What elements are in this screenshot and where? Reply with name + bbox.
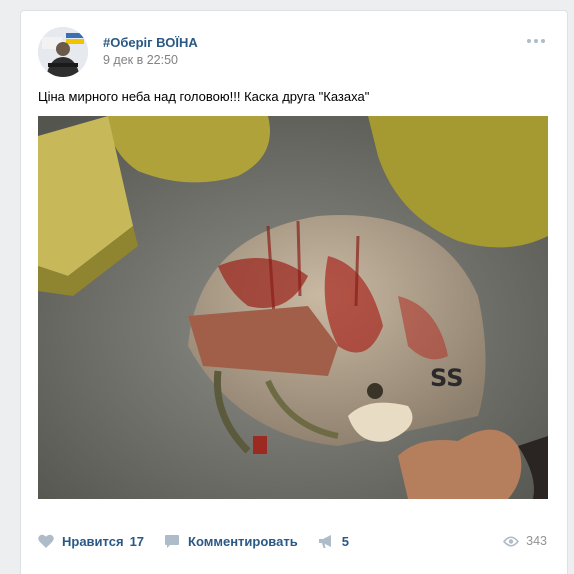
author-name[interactable]: #Оберіг ВОЇНА: [103, 35, 198, 50]
like-count: 17: [129, 533, 145, 549]
helmet-marking: SS: [430, 364, 464, 392]
comment-label: Комментировать: [188, 533, 298, 549]
views-counter: 343: [503, 534, 547, 548]
views-count: 343: [526, 534, 547, 548]
share-count: 5: [341, 533, 349, 549]
post-date[interactable]: 9 дек в 22:50: [103, 53, 178, 67]
eye-icon: [503, 535, 520, 547]
post-text: Ціна мирного неба над головою!!! Каска д…: [38, 89, 370, 104]
share-button[interactable]: 5: [318, 534, 349, 549]
post-actions: Нравится 17 Комментировать 5 343: [38, 529, 547, 553]
comment-icon: [165, 534, 180, 548]
heart-icon: [38, 534, 54, 548]
post-card: #Оберіг ВОЇНА 9 дек в 22:50 Ціна мирного…: [20, 10, 568, 574]
like-label: Нравится: [62, 533, 124, 549]
like-button[interactable]: Нравится 17: [38, 534, 144, 549]
more-dots-icon[interactable]: [527, 37, 547, 45]
post-photo[interactable]: SS: [38, 116, 548, 499]
avatar-image: [38, 27, 88, 77]
helmet-photo: SS: [38, 116, 548, 499]
comment-button[interactable]: Комментировать: [164, 534, 298, 549]
author-avatar[interactable]: [38, 27, 88, 77]
megaphone-icon: [318, 534, 331, 548]
